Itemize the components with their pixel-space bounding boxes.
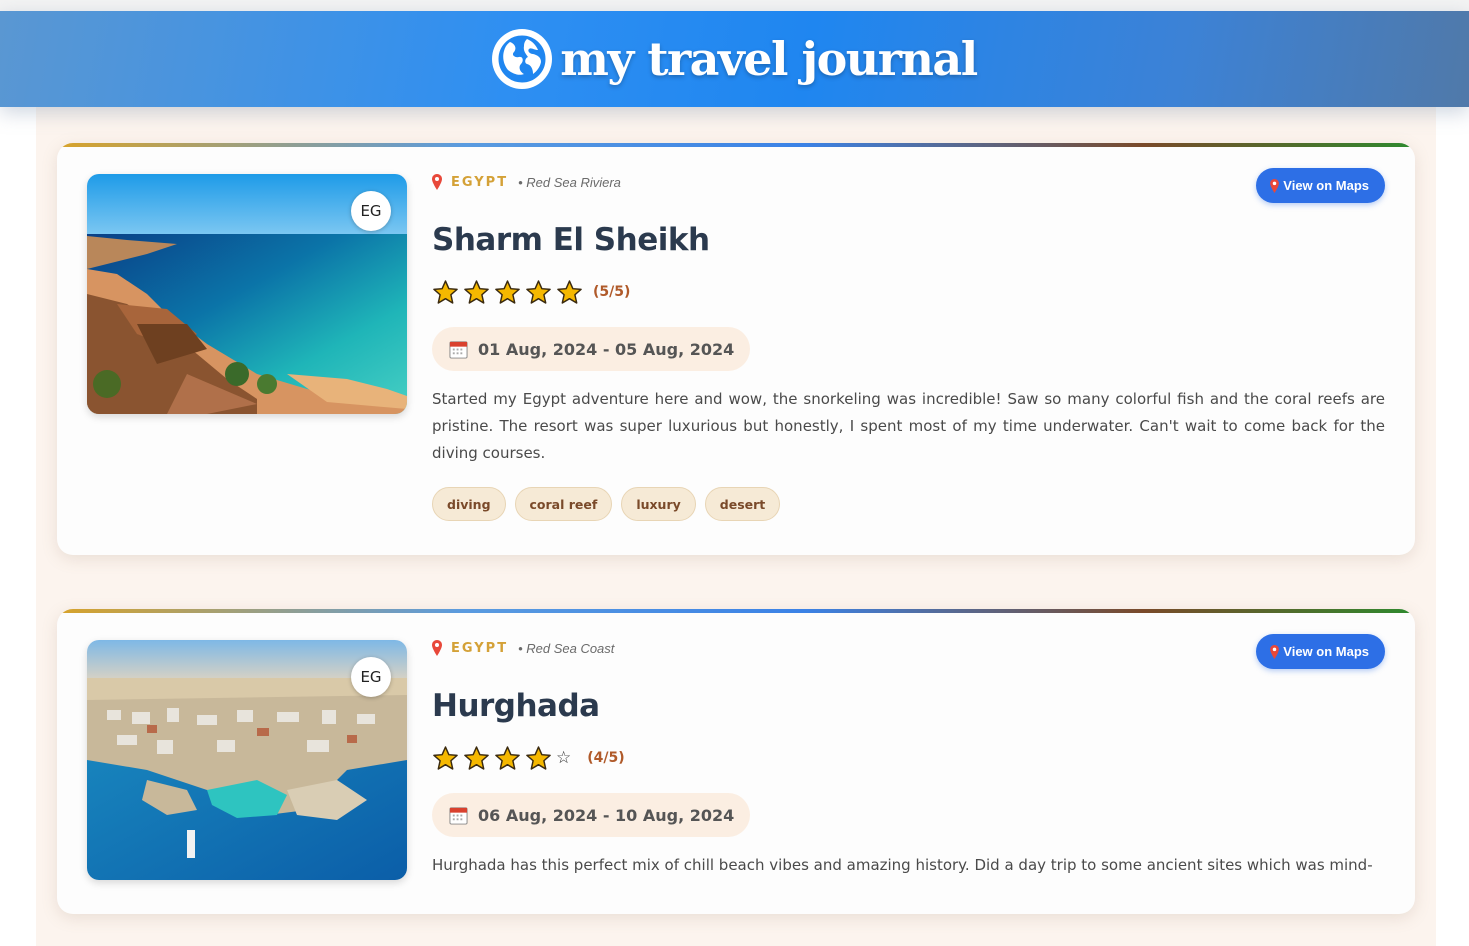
star-filled-icon: [526, 745, 551, 770]
journal-entry-card: EG EGYPT • Red Sea Riviera View on Maps …: [57, 143, 1415, 555]
star-filled-icon: [433, 745, 458, 770]
location-row: EGYPT • Red Sea Coast: [432, 640, 1385, 656]
app-header: my travel journal: [0, 11, 1469, 107]
star-filled-icon: [464, 279, 489, 304]
region-label: • Red Sea Riviera: [518, 174, 621, 190]
rating-text: (4/5): [587, 750, 625, 766]
top-strip: [0, 0, 1469, 11]
star-filled-icon: [526, 279, 551, 304]
date-range-chip: 06 Aug, 2024 - 10 Aug, 2024: [432, 793, 751, 837]
entry-content: EGYPT • Red Sea Coast View on Maps Hurgh…: [432, 634, 1385, 880]
card-accent-bar: [57, 609, 1415, 613]
view-on-maps-button[interactable]: View on Maps: [1256, 634, 1385, 669]
star-filled-icon: [464, 745, 489, 770]
entry-title: Hurghada: [432, 688, 600, 724]
rating-text: (5/5): [593, 284, 631, 300]
tag[interactable]: desert: [704, 487, 781, 521]
country-code-badge: EG: [351, 657, 391, 697]
view-on-maps-button[interactable]: View on Maps: [1256, 168, 1385, 203]
date-range: 01 Aug, 2024 - 05 Aug, 2024: [478, 339, 735, 359]
entry-title: Sharm El Sheikh: [432, 222, 710, 258]
location-row: EGYPT • Red Sea Riviera: [432, 174, 1385, 190]
entry-description: Started my Egypt adventure here and wow,…: [432, 390, 1385, 462]
country-label: EGYPT: [451, 174, 509, 190]
entry-photo: EG: [87, 174, 407, 414]
tag[interactable]: coral reef: [514, 487, 613, 521]
star-filled-icon: [557, 279, 582, 304]
star-empty-icon: ☆: [556, 748, 572, 768]
brand[interactable]: my travel journal: [492, 29, 978, 89]
app-title: my travel journal: [560, 32, 978, 86]
calendar-icon: [449, 806, 468, 825]
entry-photo: EG: [87, 640, 407, 880]
map-pin-icon: [1270, 644, 1280, 659]
country-code-badge: EG: [351, 191, 391, 231]
star-filled-icon: [495, 279, 520, 304]
entry-description: Hurghada has this perfect mix of chill b…: [432, 856, 1373, 874]
entry-content: EGYPT • Red Sea Riviera View on Maps Sha…: [432, 168, 1385, 521]
tag[interactable]: luxury: [621, 487, 696, 521]
globe-icon: [492, 29, 553, 89]
journal-entry-card: EG EGYPT • Red Sea Coast View on Maps Hu…: [57, 609, 1415, 914]
rating: (5/5): [432, 277, 1385, 307]
card-accent-bar: [57, 143, 1415, 147]
star-filled-icon: [495, 745, 520, 770]
region-label: • Red Sea Coast: [518, 640, 615, 656]
calendar-icon: [449, 340, 468, 359]
location-pin-icon: [432, 640, 442, 656]
tag[interactable]: diving: [432, 487, 506, 521]
date-range-chip: 01 Aug, 2024 - 05 Aug, 2024: [432, 327, 751, 371]
date-range: 06 Aug, 2024 - 10 Aug, 2024: [478, 805, 735, 825]
location-pin-icon: [432, 174, 442, 190]
star-filled-icon: [433, 279, 458, 304]
maps-button-label: View on Maps: [1283, 644, 1369, 659]
maps-button-label: View on Maps: [1283, 178, 1369, 193]
journal-feed: EG EGYPT • Red Sea Riviera View on Maps …: [57, 143, 1415, 946]
map-pin-icon: [1270, 178, 1280, 193]
rating: ☆ (4/5): [432, 743, 1385, 773]
tag-list: diving coral reef luxury desert: [432, 487, 1385, 521]
country-label: EGYPT: [451, 640, 509, 656]
